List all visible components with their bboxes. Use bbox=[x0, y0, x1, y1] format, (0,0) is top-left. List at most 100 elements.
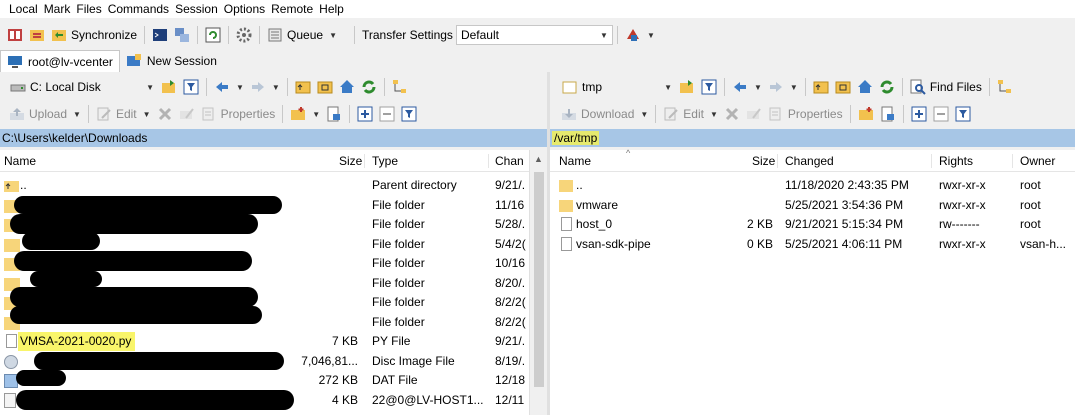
remote-dir-select[interactable]: tmp ▼ bbox=[558, 77, 676, 97]
row-type: File folder bbox=[372, 256, 425, 270]
table-row[interactable]: vmware 5/25/2021 3:54:36 PM rwxr-xr-x root bbox=[550, 196, 1075, 216]
col-name[interactable]: Name bbox=[559, 150, 591, 172]
select-all-button[interactable] bbox=[354, 103, 376, 125]
tab-new-session[interactable]: New Session bbox=[119, 50, 223, 72]
remote-file-list[interactable]: Name ^ Size Changed Rights Owner .. 11/18… bbox=[550, 148, 1075, 415]
scrollbar-thumb[interactable] bbox=[534, 172, 544, 387]
tab-label: root@lv-vcenter bbox=[28, 54, 113, 69]
delete-button[interactable] bbox=[721, 103, 743, 125]
chevron-down-icon: ▼ bbox=[236, 82, 244, 92]
new-folder-button[interactable] bbox=[855, 103, 877, 125]
edit-label: Edit bbox=[683, 107, 704, 121]
keep-up-to-date-button[interactable] bbox=[26, 24, 48, 46]
back-arrow-icon bbox=[732, 79, 748, 95]
col-size[interactable]: Size bbox=[752, 150, 775, 172]
table-row[interactable]: .. 11/18/2020 2:43:35 PM rwxr-xr-x root bbox=[550, 176, 1075, 196]
chevron-down-icon: ▼ bbox=[73, 109, 81, 119]
properties-button[interactable]: Properties bbox=[765, 103, 846, 125]
menu-remote[interactable]: Remote bbox=[268, 0, 316, 18]
refresh-button[interactable] bbox=[358, 76, 380, 98]
queue-button[interactable]: Queue ▼ bbox=[264, 24, 340, 46]
menu-files[interactable]: Files bbox=[73, 0, 104, 18]
find-files-button[interactable]: Find Files bbox=[907, 76, 985, 98]
chevron-down-icon: ▼ bbox=[600, 30, 608, 40]
new-folder-button[interactable]: ▼ bbox=[287, 103, 323, 125]
col-changed[interactable]: Changed bbox=[785, 150, 834, 172]
synchronize-button[interactable]: Synchronize bbox=[48, 24, 140, 46]
folder-icon bbox=[559, 199, 573, 212]
filter-button[interactable] bbox=[698, 76, 720, 98]
table-row[interactable]: host_0 2 KB 9/21/2021 5:15:34 PM rw------- r… bbox=[550, 215, 1075, 235]
table-row[interactable]: .. Parent directory 9/21/. bbox=[0, 176, 529, 196]
home-button[interactable] bbox=[854, 76, 876, 98]
forward-button[interactable]: ▼ bbox=[247, 76, 283, 98]
select-all-button[interactable] bbox=[908, 103, 930, 125]
menu-help[interactable]: Help bbox=[316, 0, 347, 18]
edit-button[interactable]: Edit ▼ bbox=[660, 103, 721, 125]
filter-select-button[interactable] bbox=[952, 103, 974, 125]
open-directory-button[interactable] bbox=[158, 76, 180, 98]
refresh-button[interactable] bbox=[876, 76, 898, 98]
table-row[interactable]: VMSA-2021-0020.py 7 KB PY File 9/21/. bbox=[0, 332, 529, 352]
scroll-up-icon[interactable]: ▲ bbox=[534, 154, 543, 164]
tree-toggle-button[interactable] bbox=[389, 76, 411, 98]
preferences-button[interactable] bbox=[233, 24, 255, 46]
col-size[interactable]: Size bbox=[339, 150, 362, 172]
transfer-options-button[interactable]: ▼ bbox=[622, 24, 658, 46]
menu-session[interactable]: Session bbox=[172, 0, 221, 18]
open-directory-button[interactable] bbox=[676, 76, 698, 98]
col-type[interactable]: Type bbox=[372, 150, 398, 172]
upload-button[interactable]: Upload ▼ bbox=[6, 103, 84, 125]
local-path-bar[interactable]: C:\Users\kelder\Downloads bbox=[0, 129, 547, 147]
unselect-button[interactable] bbox=[376, 103, 398, 125]
filter-select-button[interactable] bbox=[398, 103, 420, 125]
compare-dirs-button[interactable] bbox=[4, 24, 26, 46]
properties-icon bbox=[201, 106, 217, 122]
back-button[interactable]: ▼ bbox=[211, 76, 247, 98]
new-file-button[interactable] bbox=[323, 103, 345, 125]
chevron-down-icon: ▼ bbox=[646, 30, 655, 40]
menu-mark[interactable]: Mark bbox=[41, 0, 74, 18]
refresh-session-button[interactable] bbox=[202, 24, 224, 46]
edit-button[interactable]: Edit ▼ bbox=[93, 103, 154, 125]
plus-box-icon bbox=[357, 106, 373, 122]
col-changed[interactable]: Chan bbox=[495, 150, 524, 172]
new-file-button[interactable] bbox=[877, 103, 899, 125]
col-owner[interactable]: Owner bbox=[1020, 150, 1055, 172]
table-row[interactable]: vsan-sdk-pipe 0 KB 5/25/2021 4:06:11 PM rwx… bbox=[550, 235, 1075, 255]
local-scrollbar[interactable]: ▲ bbox=[529, 150, 547, 415]
menu-local[interactable]: Local bbox=[6, 0, 41, 18]
root-directory-button[interactable] bbox=[832, 76, 854, 98]
new-session-icon bbox=[126, 53, 142, 69]
rename-button[interactable] bbox=[176, 103, 198, 125]
home-icon bbox=[857, 79, 873, 95]
tab-root-lv-vcenter[interactable]: root@lv-vcenter bbox=[0, 50, 120, 72]
local-drive-select[interactable]: C: Local Disk ▼ bbox=[6, 77, 158, 97]
parent-directory-button[interactable] bbox=[810, 76, 832, 98]
home-button[interactable] bbox=[336, 76, 358, 98]
transfer-settings-select[interactable]: Default ▼ bbox=[455, 25, 613, 45]
console-button[interactable] bbox=[149, 24, 171, 46]
table-row[interactable]: 272 KB DAT File 12/18 bbox=[0, 371, 529, 391]
file-icon bbox=[6, 334, 17, 348]
putty-button[interactable] bbox=[171, 24, 193, 46]
main-toolbar: Synchronize Queue ▼ Transfer Settings De… bbox=[0, 22, 1075, 48]
forward-button[interactable]: ▼ bbox=[765, 76, 801, 98]
chevron-down-icon: ▼ bbox=[142, 109, 151, 119]
menu-commands[interactable]: Commands bbox=[105, 0, 172, 18]
menu-options[interactable]: Options bbox=[221, 0, 268, 18]
filter-button[interactable] bbox=[180, 76, 202, 98]
remote-dir-label: tmp bbox=[582, 80, 603, 94]
col-rights[interactable]: Rights bbox=[939, 150, 973, 172]
root-directory-button[interactable] bbox=[314, 76, 336, 98]
rename-button[interactable] bbox=[743, 103, 765, 125]
row-rights: rwxr-xr-x bbox=[939, 197, 986, 212]
tree-toggle-button[interactable] bbox=[994, 76, 1016, 98]
unselect-button[interactable] bbox=[930, 103, 952, 125]
download-button[interactable]: Download ▼ bbox=[558, 103, 651, 125]
properties-button[interactable]: Properties bbox=[198, 103, 279, 125]
parent-directory-button[interactable] bbox=[292, 76, 314, 98]
delete-button[interactable] bbox=[154, 103, 176, 125]
back-button[interactable]: ▼ bbox=[729, 76, 765, 98]
col-name[interactable]: Name bbox=[4, 150, 36, 172]
